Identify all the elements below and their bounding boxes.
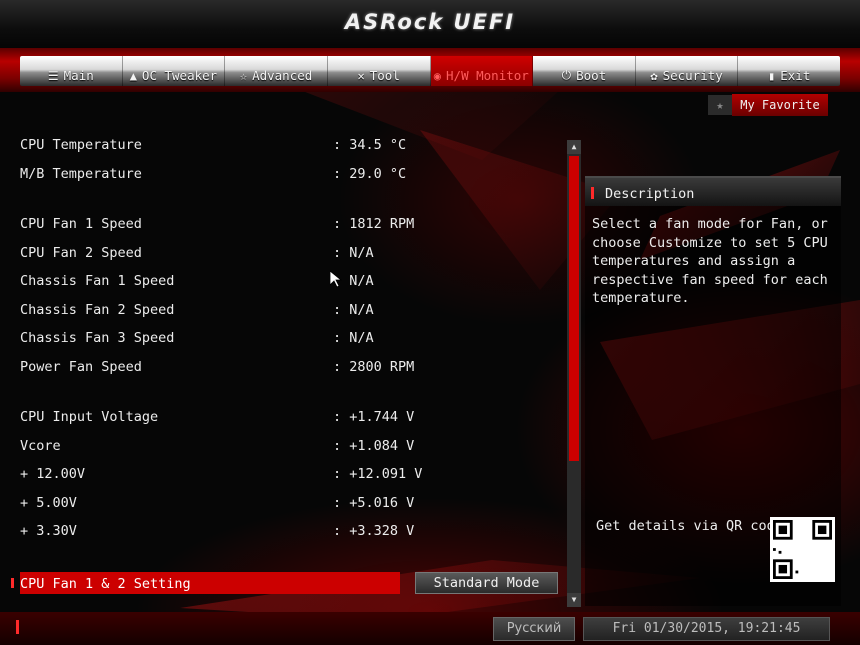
tab-label: Exit — [780, 68, 811, 83]
monitor-value: : N/A — [333, 302, 374, 318]
monitor-value: : +3.328 V — [333, 523, 415, 539]
qr-code-icon — [770, 517, 835, 582]
title-bar: ASRock UEFI — [0, 0, 860, 48]
monitor-row: Chassis Fan 3 Speed : N/A — [0, 323, 565, 351]
monitor-label: CPU Input Voltage — [20, 409, 159, 425]
mouse-cursor-icon — [330, 271, 342, 287]
datetime-display: Fri 01/30/2015, 19:21:45 — [583, 617, 830, 641]
my-favorite-button[interactable]: My Favorite — [732, 94, 828, 116]
monitor-label: Chassis Fan 2 Speed — [20, 302, 175, 318]
monitor-value: : N/A — [333, 330, 374, 346]
description-header: Description — [585, 176, 841, 206]
monitor-row: + 12.00V : +12.091 V — [0, 459, 565, 487]
selection-marker — [11, 578, 14, 588]
tab-main[interactable]: ☰ Main — [20, 56, 123, 86]
monitor-row: CPU Temperature : 34.5 °C — [0, 130, 565, 158]
monitor-row: Chassis Fan 1 Speed: N/A — [0, 266, 565, 294]
tab-security[interactable]: ✿ Security — [636, 56, 739, 86]
monitor-label: CPU Temperature — [20, 137, 142, 153]
tab-label: Boot — [576, 68, 607, 83]
cpu-fan-setting-value[interactable]: Standard Mode — [415, 572, 558, 594]
star-icon: ☆ — [239, 69, 248, 83]
tab-label: H/W Monitor — [446, 68, 529, 83]
cpu-fan-setting-label: CPU Fan 1 & 2 Setting — [20, 576, 191, 592]
monitor-value: : 34.5 °C — [333, 137, 407, 153]
language-button[interactable]: Русский — [493, 617, 575, 641]
power-icon: ⏻ — [561, 68, 572, 82]
monitor-row: Vcore : +1.084 V — [0, 431, 565, 459]
monitor-value: : 2800 RPM — [333, 359, 415, 375]
monitor-label: Power Fan Speed — [20, 359, 142, 375]
exit-icon: ▮ — [768, 69, 776, 83]
cpu-fan-setting-row[interactable]: CPU Fan 1 & 2 Setting — [20, 572, 400, 594]
monitor-label: + 5.00V — [20, 495, 77, 511]
status-marker — [16, 620, 19, 634]
tab-label: Advanced — [252, 68, 313, 83]
monitor-value: : N/A — [333, 245, 374, 261]
tab-label: Main — [63, 68, 94, 83]
monitor-value: : +5.016 V — [333, 495, 415, 511]
header-marker — [591, 187, 594, 199]
tab-label: OC Tweaker — [141, 68, 218, 83]
monitor-label: + 12.00V — [20, 466, 86, 482]
tools-icon: ✕ — [357, 69, 365, 83]
tab-h-w-monitor[interactable]: ◉ H/W Monitor — [430, 56, 534, 86]
scroll-down-icon[interactable]: ▼ — [567, 593, 581, 607]
description-title: Description — [605, 186, 695, 202]
monitor-row: Power Fan Speed : 2800 RPM — [0, 352, 565, 380]
tab-tool[interactable]: ✕ Tool — [328, 56, 431, 86]
tab-oc-tweaker[interactable]: ▲ OC Tweaker — [123, 56, 226, 86]
monitor-row: + 3.30V : +3.328 V — [0, 516, 565, 544]
brand-logo: ASRock UEFI — [344, 10, 516, 34]
scrollbar-thumb[interactable] — [569, 156, 579, 461]
monitor-row: Chassis Fan 2 Speed : N/A — [0, 295, 565, 323]
favorite-star-icon[interactable]: ★ — [708, 95, 732, 115]
monitor-value: : +1.744 V — [333, 409, 415, 425]
monitor-label: CPU Fan 1 Speed — [20, 216, 142, 232]
rocket-icon: ▲ — [129, 69, 137, 83]
main-nav: ☰ Main ▲ OC Tweaker ☆ Advanced ✕ Tool ◉ H/W Monit… — [20, 56, 840, 86]
monitor-icon: ◉ — [433, 69, 442, 83]
tab-advanced[interactable]: ☆ Advanced — [225, 56, 328, 86]
monitor-value: : 1812 RPM — [333, 216, 415, 232]
monitor-row: + 5.00V : +5.016 V — [0, 488, 565, 516]
monitor-value: : +12.091 V — [333, 466, 423, 482]
monitor-row: CPU Input Voltage : +1.744 V — [0, 402, 565, 430]
monitor-row: M/B Temperature : 29.0 °C — [0, 159, 565, 187]
monitor-label: Chassis Fan 1 Speed — [20, 273, 175, 289]
monitor-value: : +1.084 V — [333, 438, 415, 454]
tab-boot[interactable]: ⏻ Boot — [533, 56, 636, 86]
monitor-label: Vcore — [20, 438, 61, 454]
tab-label: Tool — [369, 68, 400, 83]
description-text: Select a fan mode for Fan, or choose Cus… — [592, 216, 828, 307]
monitor-label: CPU Fan 2 Speed — [20, 245, 142, 261]
qr-label: Get details via QR code — [596, 518, 783, 534]
monitor-label: M/B Temperature — [20, 166, 142, 182]
monitor-label: + 3.30V — [20, 523, 77, 539]
shield-icon: ✿ — [650, 69, 658, 83]
tab-label: Security — [662, 68, 723, 83]
list-icon: ☰ — [47, 69, 59, 83]
monitor-value: : 29.0 °C — [333, 166, 407, 182]
tab-exit[interactable]: ▮ Exit — [738, 56, 840, 86]
monitor-row: CPU Fan 1 Speed : 1812 RPM — [0, 209, 565, 237]
monitor-row: CPU Fan 2 Speed : N/A — [0, 238, 565, 266]
scroll-up-icon[interactable]: ▲ — [567, 140, 581, 154]
monitor-label: Chassis Fan 3 Speed — [20, 330, 175, 346]
